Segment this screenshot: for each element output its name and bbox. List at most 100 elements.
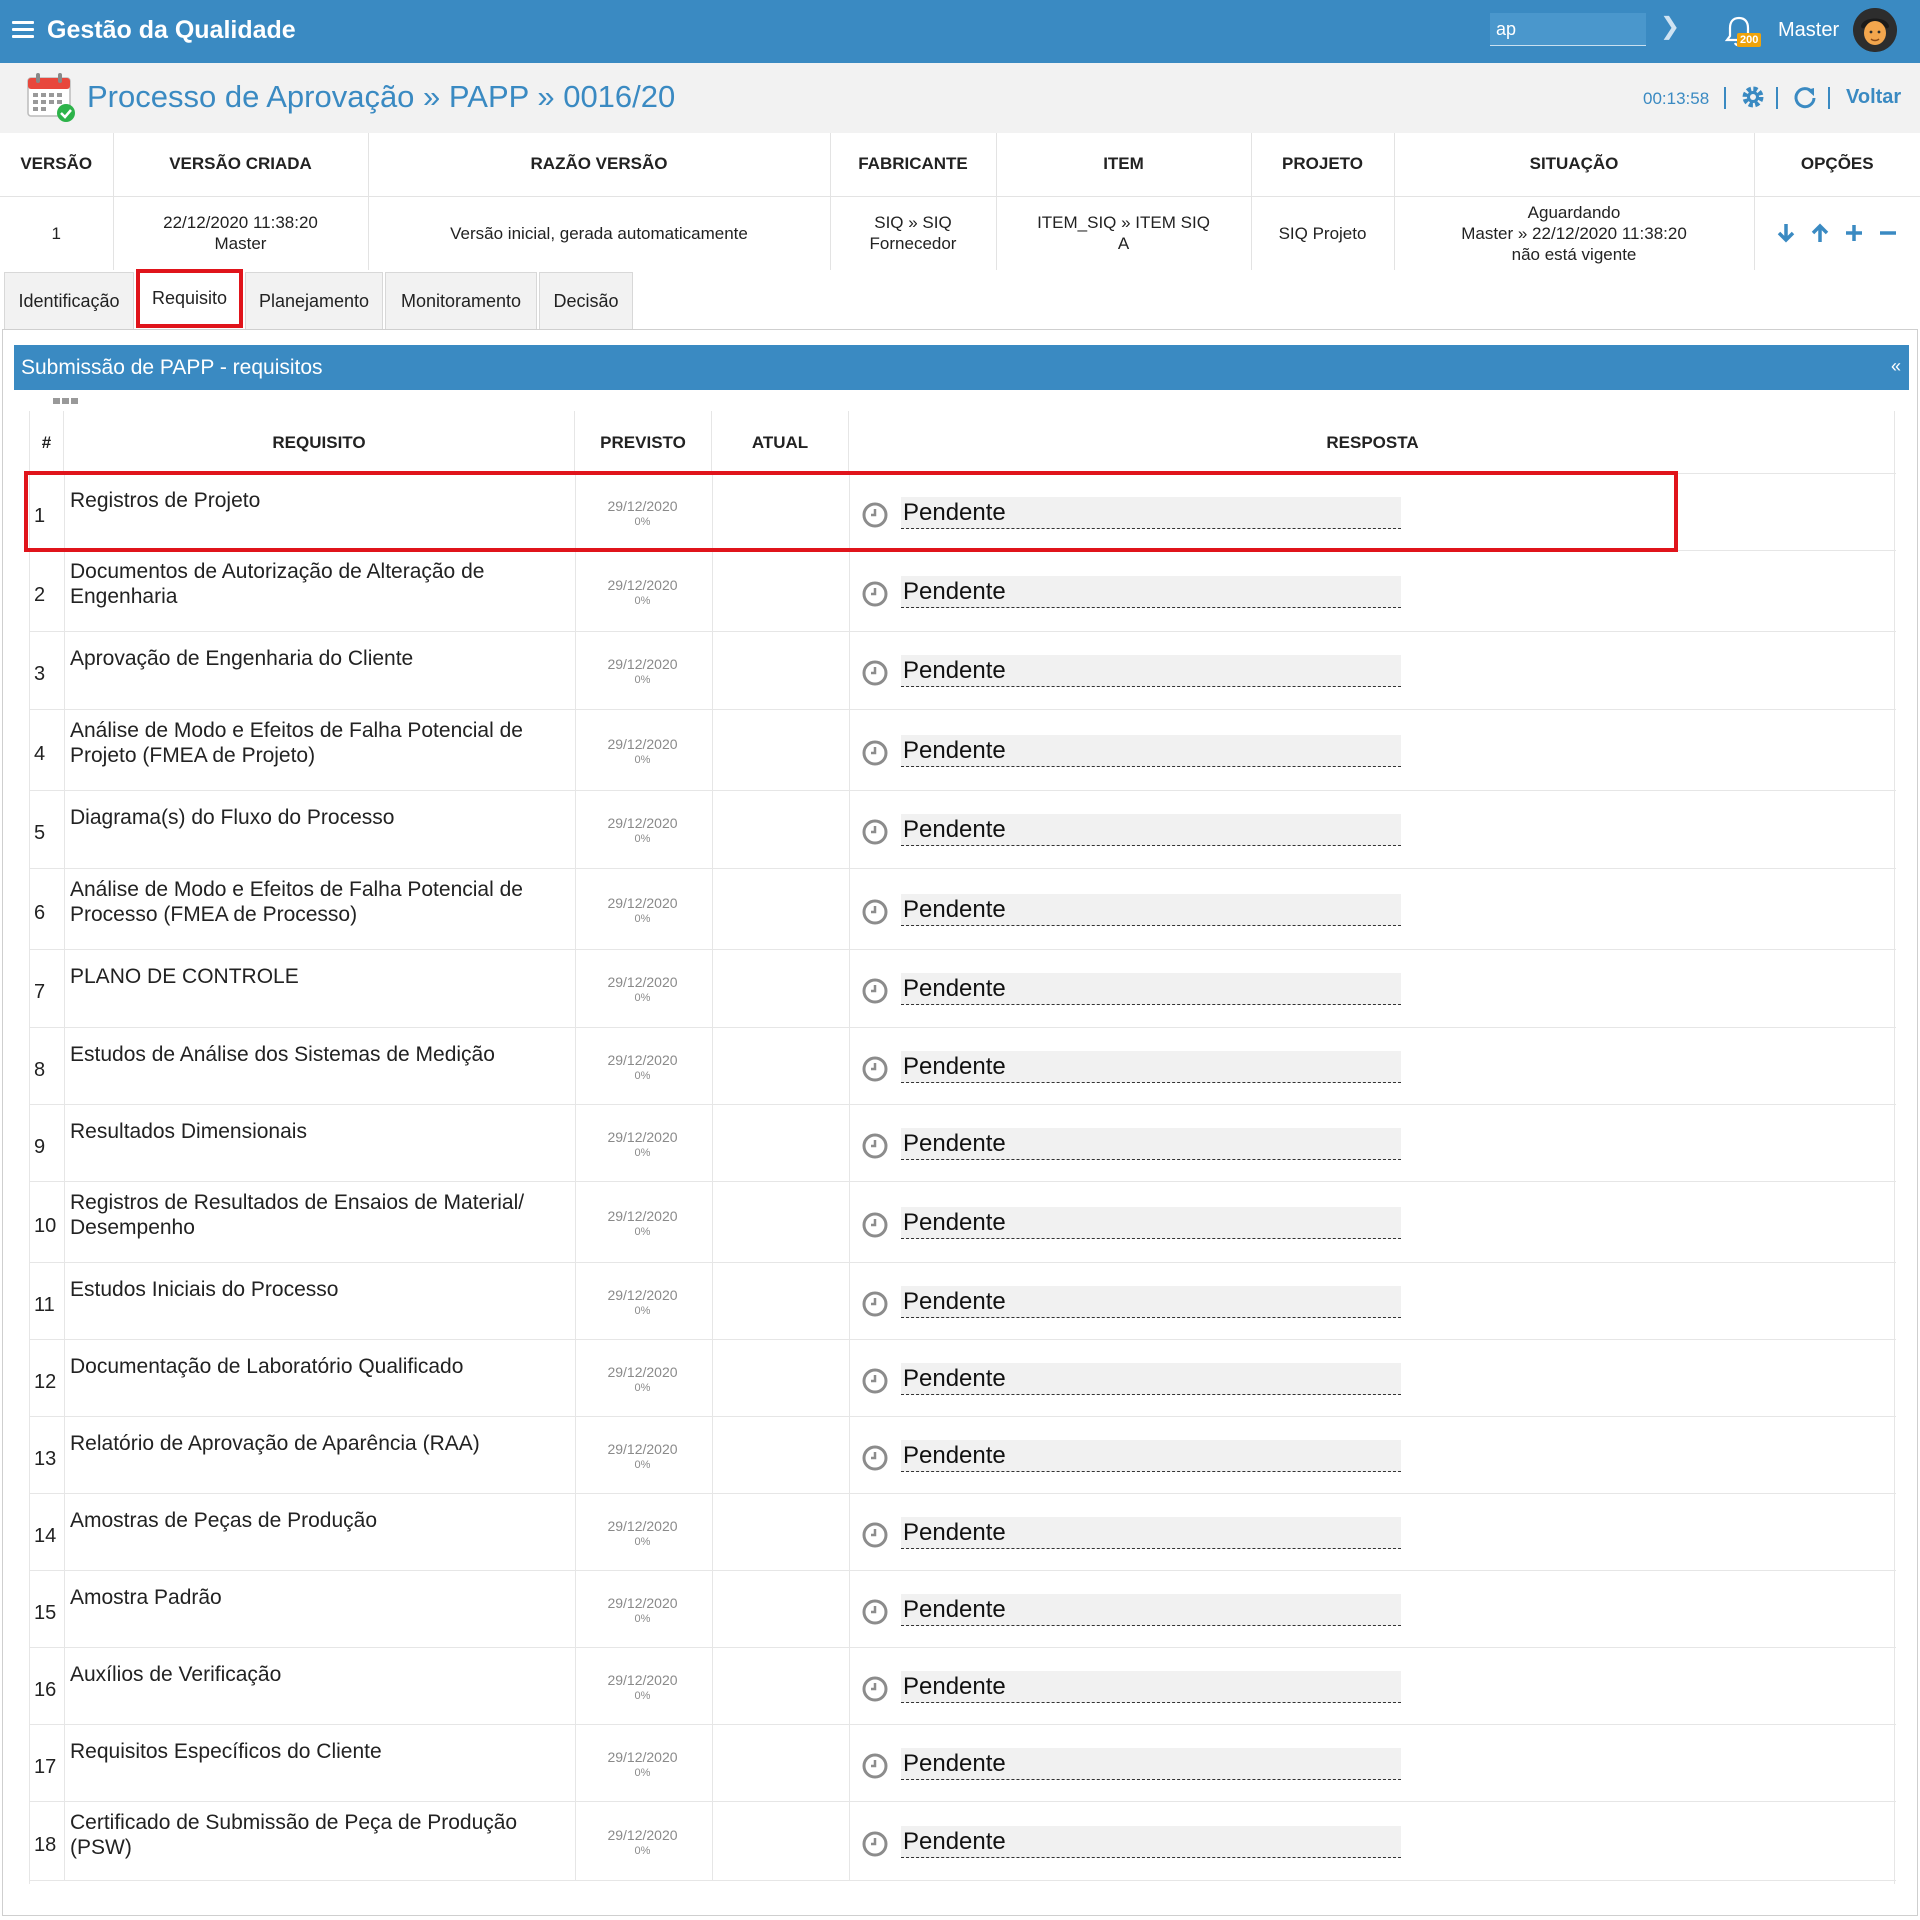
refresh-icon[interactable] <box>1792 84 1818 110</box>
response-field[interactable]: Pendente <box>901 1128 1401 1160</box>
requirements-table: # REQUISITO PREVISTO ATUAL RESPOSTA 1 Reg… <box>29 411 1896 1884</box>
requirement-name: Análise de Modo e Efeitos de Falha Poten… <box>70 719 523 767</box>
arrow-up-icon[interactable] <box>1808 221 1832 245</box>
clock-icon <box>862 1056 888 1082</box>
row-number: 14 <box>34 1525 57 1547</box>
requirement-name: Requisitos Específicos do Cliente <box>70 1740 382 1763</box>
response-field[interactable]: Pendente <box>901 1207 1401 1239</box>
requirement-name: Relatório de Aprovação de Aparência (RAA… <box>70 1432 480 1455</box>
minus-icon[interactable] <box>1876 221 1900 245</box>
planned-date: 29/12/2020 <box>607 1364 678 1380</box>
tab-requisito[interactable]: Requisito <box>136 269 243 328</box>
response-field[interactable]: Pendente <box>901 1826 1401 1858</box>
column-divider <box>849 551 850 632</box>
response-field[interactable]: Pendente <box>901 1051 1401 1083</box>
column-divider <box>712 1802 713 1881</box>
tab-decisao[interactable]: Decisão <box>539 272 633 329</box>
back-link[interactable]: Voltar <box>1846 86 1901 109</box>
tab-monitoramento[interactable]: Monitoramento <box>385 272 537 329</box>
column-divider <box>64 1263 65 1340</box>
response-field[interactable]: Pendente <box>901 1517 1401 1549</box>
table-row: 5 Diagrama(s) do Fluxo do Processo 29/12/2… <box>30 791 1896 869</box>
avatar[interactable] <box>1853 8 1897 52</box>
table-row: 14 Amostras de Peças de Produção 29/12/202… <box>30 1494 1896 1571</box>
planned-percent: 0% <box>634 1536 651 1548</box>
gear-icon[interactable] <box>1740 84 1766 110</box>
planned-cell: 29/12/2020 0% <box>575 974 710 1006</box>
planned-percent: 0% <box>634 1382 651 1394</box>
response-field[interactable]: Pendente <box>901 655 1401 687</box>
plus-icon[interactable] <box>1842 221 1866 245</box>
chevron-right-icon[interactable]: ❯ <box>1660 12 1680 41</box>
column-header: VERSÃO <box>0 133 114 197</box>
planned-percent: 0% <box>634 674 651 686</box>
response-field[interactable]: Pendente <box>901 1440 1401 1472</box>
clock-icon <box>862 502 888 528</box>
column-divider <box>64 869 65 950</box>
row-number: 3 <box>34 663 46 685</box>
menu-icon[interactable] <box>12 21 34 39</box>
panel-title: Submissão de PAPP - requisitos <box>21 356 323 379</box>
separator <box>1828 87 1830 109</box>
column-divider <box>712 1105 713 1182</box>
column-divider <box>712 474 713 551</box>
table-row: 10 Registros de Resultados de Ensaios de … <box>30 1182 1896 1263</box>
tab-planejamento[interactable]: Planejamento <box>245 272 383 329</box>
requirement-name: Registros de Resultados de Ensaios de Ma… <box>70 1191 525 1239</box>
response-field[interactable]: Pendente <box>901 735 1401 767</box>
more-options-icon[interactable] <box>53 398 78 404</box>
status-line: Aguardando <box>1527 202 1621 222</box>
row-number: 2 <box>34 584 46 606</box>
table-row: 15 Amostra Padrão 29/12/2020 0% Pendente <box>30 1571 1896 1648</box>
planned-cell: 29/12/2020 0% <box>575 736 710 768</box>
response-field[interactable]: Pendente <box>901 497 1401 529</box>
response-field[interactable]: Pendente <box>901 1748 1401 1780</box>
search-input[interactable] <box>1490 13 1646 46</box>
response-field[interactable]: Pendente <box>901 894 1401 926</box>
requirement-name: Certificado de Submissão de Peça de Prod… <box>70 1811 518 1859</box>
column-divider <box>712 551 713 632</box>
table-row: 13 Relatório de Aprovação de Aparência (R… <box>30 1417 1896 1494</box>
response-field[interactable]: Pendente <box>901 814 1401 846</box>
column-divider <box>712 1182 713 1263</box>
item: ITEM_SIQ » ITEM SIQ A <box>996 196 1252 270</box>
user-name[interactable]: Master <box>1778 19 1839 42</box>
status-line: Master » 22/12/2020 11:38:20 <box>1461 223 1687 243</box>
planned-date: 29/12/2020 <box>607 1441 678 1457</box>
collapse-icon[interactable]: « <box>1891 356 1901 377</box>
clock-icon <box>862 1676 888 1702</box>
planned-percent: 0% <box>634 595 651 607</box>
manufacturer-line: SIQ » SIQ <box>874 213 952 233</box>
table-row: 11 Estudos Iniciais do Processo 29/12/2020… <box>30 1263 1896 1340</box>
clock-icon <box>862 1445 888 1471</box>
response-field[interactable]: Pendente <box>901 1363 1401 1395</box>
response-field[interactable]: Pendente <box>901 1594 1401 1626</box>
column-divider <box>64 710 65 791</box>
column-header: PROJETO <box>1251 133 1395 197</box>
column-divider <box>849 1494 850 1571</box>
planned-cell: 29/12/2020 0% <box>575 498 710 530</box>
column-divider <box>849 791 850 869</box>
response-field[interactable]: Pendente <box>901 1286 1401 1318</box>
response-field[interactable]: Pendente <box>901 576 1401 608</box>
calendar-check-icon <box>27 73 75 122</box>
planned-cell: 29/12/2020 0% <box>575 1827 710 1859</box>
page-header: Processo de Aprovação » PAPP » 0016/20 0… <box>0 63 1920 133</box>
table-row: 1 Registros de Projeto 29/12/2020 0% Pendent… <box>30 474 1896 551</box>
clock-icon <box>862 1133 888 1159</box>
table-row: 17 Requisitos Específicos do Cliente 29/12… <box>30 1725 1896 1802</box>
clock-icon <box>862 581 888 607</box>
column-header: PREVISTO <box>575 411 712 474</box>
column-divider <box>64 1648 65 1725</box>
requirements-header: # REQUISITO PREVISTO ATUAL RESPOSTA <box>30 411 1896 474</box>
table-row: 7 PLANO DE CONTROLE 29/12/2020 0% Pendente <box>30 950 1896 1028</box>
column-divider <box>712 1571 713 1648</box>
planned-date: 29/12/2020 <box>607 1595 678 1611</box>
column-divider <box>64 1494 65 1571</box>
arrow-down-icon[interactable] <box>1774 221 1798 245</box>
separator <box>1724 87 1726 109</box>
response-field[interactable]: Pendente <box>901 1671 1401 1703</box>
planned-date: 29/12/2020 <box>607 656 678 672</box>
tab-identificacao[interactable]: Identificação <box>4 272 134 329</box>
response-field[interactable]: Pendente <box>901 973 1401 1005</box>
